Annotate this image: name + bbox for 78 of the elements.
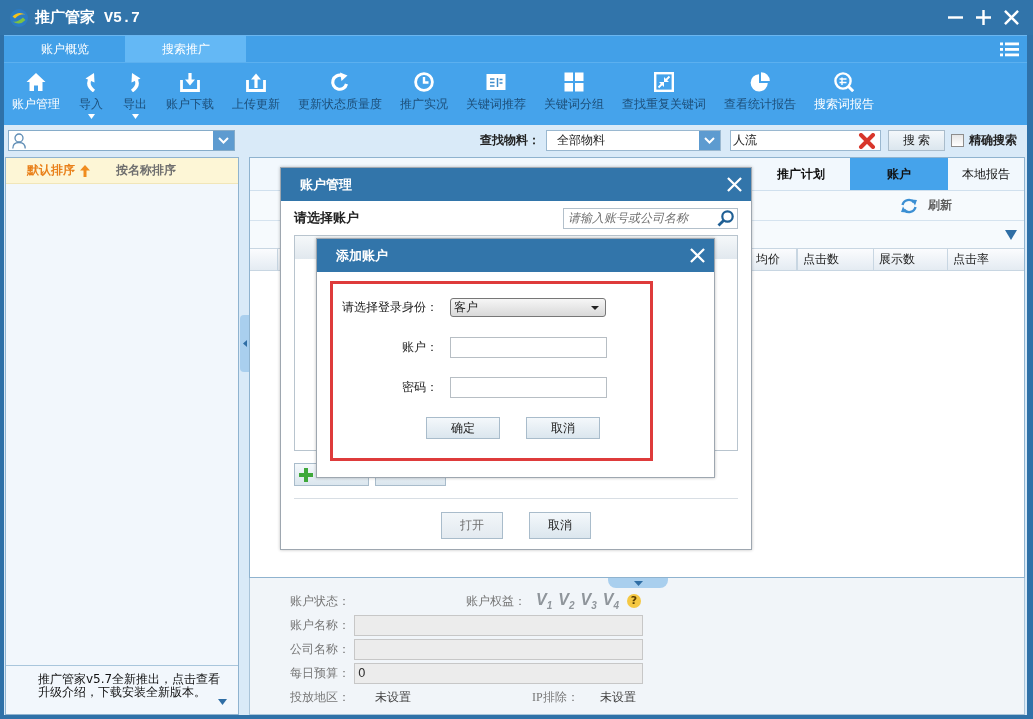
window-title: 推广管家 V5.7: [35, 8, 140, 27]
refresh-icon: [330, 72, 350, 92]
compress-icon: [654, 72, 674, 92]
column-header[interactable]: 点击数: [797, 249, 873, 270]
dialog-button[interactable]: 取消: [526, 417, 600, 439]
clock-icon: [414, 72, 434, 92]
refresh-icon: [900, 197, 918, 214]
card-icon: [486, 72, 506, 92]
pie-chart-icon: [750, 72, 770, 92]
caret-icon: [242, 340, 247, 347]
upload-icon: [246, 72, 266, 92]
sort-option[interactable]: 按名称排序: [110, 162, 182, 179]
field-label: 账户状态：: [290, 592, 351, 610]
column-header[interactable]: 点击率: [947, 249, 1024, 270]
close-icon[interactable]: [1004, 10, 1019, 25]
role-dropdown[interactable]: 客户: [450, 298, 606, 317]
maximize-icon[interactable]: [976, 10, 991, 25]
level-label: V$_{4}$: [602, 590, 619, 612]
dialog-prompt: 请选择账户: [294, 209, 359, 227]
field-value: 未设置: [599, 688, 636, 706]
download-icon: [180, 72, 200, 92]
view-tab[interactable]: 账户: [850, 158, 948, 190]
search-icon[interactable]: [717, 209, 734, 227]
input-field[interactable]: [450, 377, 607, 398]
dialog-title: 账户管理: [300, 175, 352, 194]
update-notice[interactable]: 推广管家v5.7全新推出，点击查看升级介绍，下载安装全新版本。: [38, 673, 232, 699]
chevron-icon: [699, 131, 720, 150]
chevron-icon: [213, 131, 234, 150]
input-field[interactable]: [450, 337, 607, 358]
input-field[interactable]: [354, 638, 643, 660]
home-icon: [26, 72, 46, 92]
field-label: IP排除：: [532, 688, 579, 706]
dialog-title: 添加账户: [336, 246, 388, 265]
search-field[interactable]: 人流: [730, 130, 881, 151]
close-icon[interactable]: [690, 248, 705, 263]
caret-icon[interactable]: [218, 699, 227, 705]
field-label: 密码：: [401, 379, 438, 396]
field-label: 投放地区：: [290, 688, 351, 706]
field-label: 请选择登录身份：: [341, 299, 438, 316]
checkbox-label[interactable]: 精确搜索: [969, 132, 1017, 149]
field-label: 每日预算：: [290, 664, 351, 682]
clear-icon[interactable]: [858, 132, 876, 149]
collapse-handle[interactable]: [240, 315, 249, 372]
account-dropdown[interactable]: [8, 130, 235, 151]
field-label: 账户权益：: [466, 592, 526, 610]
refresh-button[interactable]: 刷新: [900, 197, 952, 214]
menu-icon[interactable]: [1000, 41, 1019, 57]
field-label: 账户：: [401, 339, 438, 356]
search-button[interactable]: 搜 索: [888, 130, 945, 151]
scope-dropdown[interactable]: 全部物料: [546, 130, 721, 151]
level-label: V$_{1}$: [536, 590, 553, 612]
caret-icon: [633, 580, 643, 586]
view-tab[interactable]: 推广计划: [752, 158, 850, 190]
field-label: 公司名称：: [290, 640, 351, 658]
input-field[interactable]: [354, 614, 643, 636]
level-label: V$_{3}$: [580, 590, 597, 612]
dialog-button[interactable]: 取消: [529, 512, 591, 539]
help-icon[interactable]: ?: [626, 594, 641, 608]
input-field[interactable]: 0: [354, 662, 643, 684]
search-label: 查找物料：: [480, 132, 540, 149]
level-label: V$_{2}$: [558, 590, 575, 612]
checkbox[interactable]: [951, 134, 964, 147]
search-icon: [834, 72, 854, 92]
view-tab[interactable]: 本地报告: [948, 158, 1024, 190]
field-value: 未设置: [375, 688, 411, 706]
plus-icon: [299, 467, 313, 482]
dialog-button[interactable]: 确定: [426, 417, 500, 439]
grid-icon: [564, 72, 584, 92]
search-field[interactable]: 请输入账号或公司名称: [563, 207, 738, 229]
up-arrow-icon: [80, 164, 90, 177]
caret-icon: [591, 305, 599, 310]
triangle-icon[interactable]: [1005, 229, 1017, 240]
expand-handle[interactable]: [608, 578, 668, 588]
logo-icon: [10, 8, 28, 27]
field-label: 账户名称：: [290, 616, 351, 634]
person-icon: [12, 132, 26, 149]
column-header[interactable]: 展示数: [873, 249, 947, 270]
close-icon[interactable]: [727, 177, 742, 192]
